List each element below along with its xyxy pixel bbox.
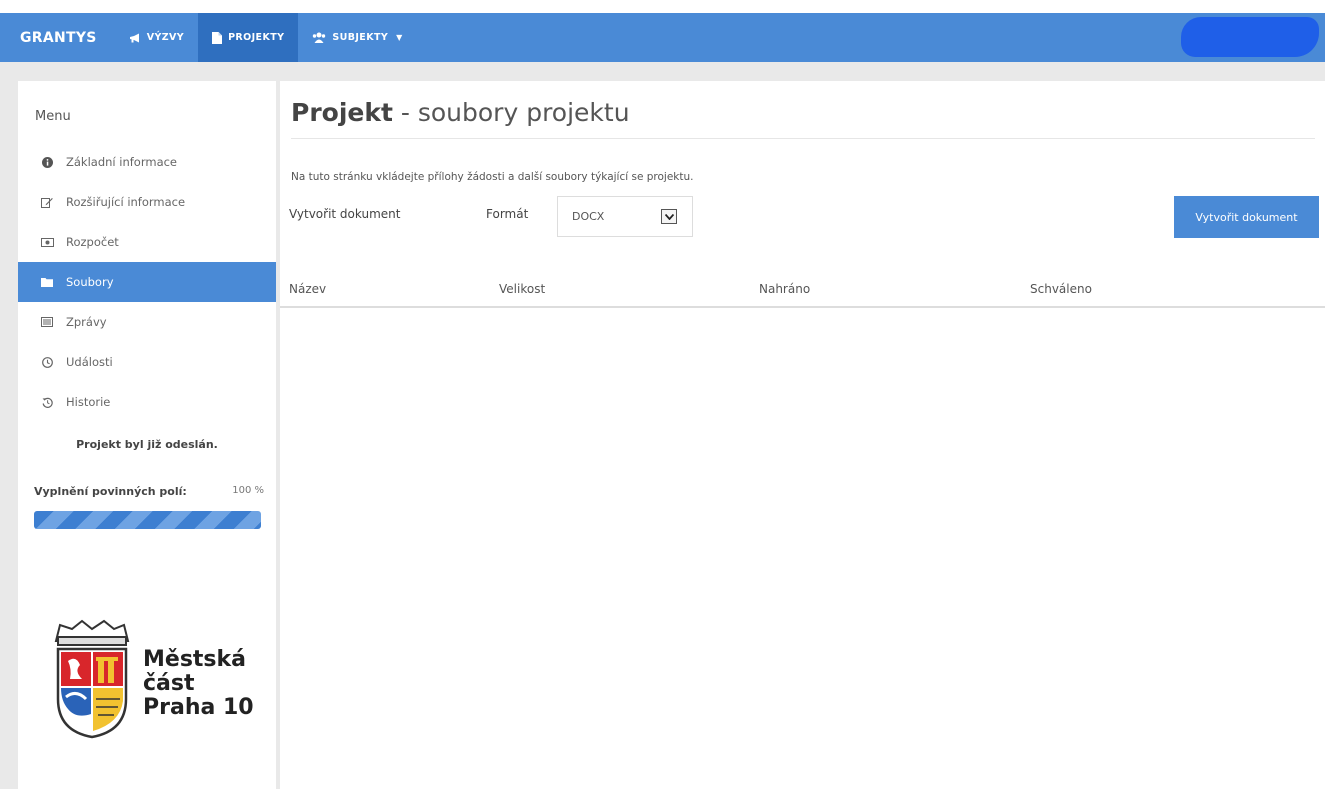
sidebar-item-label: Rozšiřující informace: [66, 195, 186, 209]
nav-item-vyzvy[interactable]: VÝZVY: [115, 13, 198, 62]
format-label: Formát: [486, 207, 529, 221]
sidebar-item-zpravy[interactable]: Zprávy: [18, 302, 276, 342]
logo-line-3: Praha 10: [143, 695, 254, 720]
main-content: Projekt - soubory projektu Na tuto strán…: [280, 81, 1325, 789]
column-header-velikost[interactable]: Velikost: [499, 282, 545, 296]
sidebar-menu: Základní informace Rozšiřující informace…: [18, 142, 276, 422]
column-header-schvaleno[interactable]: Schváleno: [1030, 282, 1092, 296]
edit-icon: [38, 197, 56, 208]
sidebar-item-label: Základní informace: [66, 155, 178, 169]
create-document-button[interactable]: Vytvořit dokument: [1174, 196, 1319, 238]
page-title-strong: Projekt: [291, 98, 393, 127]
nav-item-projekty[interactable]: PROJEKTY: [198, 13, 299, 62]
required-fields-progress: [34, 511, 261, 529]
nav-label-vyzvy: VÝZVY: [146, 32, 185, 43]
sidebar-item-label: Soubory: [66, 275, 114, 289]
sidebar-item-label: Zprávy: [66, 315, 107, 329]
column-header-nazev[interactable]: Název: [289, 282, 326, 296]
create-document-label: Vytvořit dokument: [289, 207, 401, 221]
clock-icon: [38, 356, 56, 368]
progress-fill: [34, 511, 261, 529]
chevron-down-icon[interactable]: [661, 209, 677, 224]
history-icon: [38, 397, 56, 408]
page-title-rest: - soubory projektu: [392, 98, 630, 127]
file-icon: [212, 31, 223, 44]
sidebar-item-label: Rozpočet: [66, 235, 119, 249]
logo-text: Městská část Praha 10: [143, 648, 254, 720]
sidebar-item-label: Historie: [66, 395, 111, 409]
users-icon: [313, 32, 326, 43]
required-fields-row: Vyplnění povinných polí: 100 %: [34, 485, 264, 498]
required-fields-label: Vyplnění povinných polí:: [34, 485, 187, 498]
megaphone-icon: [129, 33, 139, 42]
top-strip: [0, 0, 1325, 13]
brand-logo[interactable]: GRANTYS: [0, 13, 115, 62]
format-select-value: DOCX: [572, 210, 605, 223]
title-divider: [291, 138, 1315, 139]
sidebar-item-rozpocet[interactable]: Rozpočet: [18, 222, 276, 262]
sidebar-item-rozsirujici-informace[interactable]: Rozšiřující informace: [18, 182, 276, 222]
files-table-header: Název Velikost Nahráno Schváleno: [280, 279, 1325, 308]
required-fields-value: 100 %: [232, 485, 264, 496]
logo-line-1: Městská: [143, 647, 246, 672]
list-icon: [38, 317, 56, 327]
navbar: GRANTYS VÝZVY PROJEKTY SUBJEKTY ▼: [0, 13, 1325, 62]
sidebar: Menu Základní informace Rozšiřující info…: [18, 81, 276, 789]
nav-item-subjekty[interactable]: SUBJEKTY ▼: [298, 13, 416, 62]
chevron-down-icon: ▼: [396, 33, 403, 42]
user-menu-redacted[interactable]: [1181, 17, 1319, 57]
money-icon: [38, 237, 56, 247]
page-title: Projekt - soubory projektu: [291, 98, 630, 127]
nav-label-subjekty: SUBJEKTY: [332, 32, 389, 43]
column-header-nahrano[interactable]: Nahráno: [759, 282, 810, 296]
sidebar-item-label: Události: [66, 355, 113, 369]
format-select[interactable]: DOCX: [557, 196, 693, 237]
sidebar-item-udalosti[interactable]: Události: [18, 342, 276, 382]
project-sent-note: Projekt byl již odeslán.: [76, 438, 218, 451]
sidebar-item-historie[interactable]: Historie: [18, 382, 276, 422]
nav-label-projekty: PROJEKTY: [228, 32, 285, 43]
info-circle-icon: [38, 156, 56, 168]
sidebar-item-zakladni-informace[interactable]: Základní informace: [18, 142, 276, 182]
intro-text: Na tuto stránku vkládejte přílohy žádost…: [291, 171, 694, 183]
menu-title: Menu: [35, 109, 71, 124]
sidebar-item-soubory[interactable]: Soubory: [18, 262, 276, 302]
folder-icon: [38, 277, 56, 287]
logo-line-2: část: [143, 671, 195, 696]
